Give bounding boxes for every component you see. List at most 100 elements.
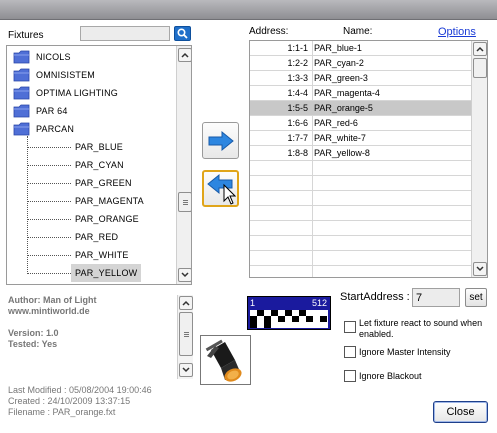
patch-address-cell: 1:4-4 (287, 88, 308, 98)
tree-item-label: PAR_ORANGE (75, 214, 139, 224)
patch-scroll-thumb[interactable] (473, 58, 487, 78)
patch-row[interactable]: 1:2-2 PAR_cyan-2 (250, 56, 471, 71)
patch-row-empty[interactable] (250, 266, 471, 277)
dmx-channel-cell (271, 310, 278, 316)
tree-scroll-thumb[interactable] (178, 192, 191, 212)
patch-name-cell: PAR_green-3 (314, 73, 368, 83)
dmx-channel-cell (257, 310, 264, 316)
close-button[interactable]: Close (433, 401, 488, 423)
info-scroll-thumb[interactable] (179, 312, 193, 356)
patch-row[interactable]: 1:1-1 PAR_blue-1 (250, 41, 471, 56)
patch-address-cell: 1:7-7 (287, 133, 308, 143)
info-scroll-down-button[interactable] (179, 363, 193, 377)
ignore-master-intensity-checkbox[interactable] (344, 346, 356, 358)
tree-folder-item[interactable]: PARCAN (13, 120, 74, 138)
tree-folder-item[interactable]: OMNISISTEM (13, 66, 95, 84)
set-address-button[interactable]: set (465, 288, 487, 307)
patch-list-grid[interactable]: 1:1-1 PAR_blue-1 1:2-2 PAR_cyan-2 1:3-3 PAR_g… (249, 40, 488, 278)
patch-address-cell: 1:6-6 (287, 118, 308, 128)
patch-row-empty[interactable] (250, 161, 471, 176)
arrow-left-icon (206, 173, 236, 205)
chevron-down-icon (182, 367, 190, 373)
patch-name-cell: PAR_magenta-4 (314, 88, 380, 98)
fixture-tree[interactable]: NICOLS OMNISISTEM OPTIMA LIGHTING PAR 64 PAR… (6, 45, 192, 285)
folder-icon (13, 68, 30, 82)
folder-icon (13, 50, 30, 64)
tree-item-label: OMNISISTEM (36, 70, 96, 80)
dmx-channel-cell (292, 316, 299, 322)
tree-fixture-item[interactable]: PAR_RED (27, 228, 118, 246)
fixture-search-input[interactable] (80, 26, 170, 41)
chevron-down-icon (181, 272, 189, 278)
patch-row[interactable]: 1:5-5 PAR_orange-5 (250, 101, 471, 116)
tree-folder-item[interactable]: PAR 64 (13, 102, 68, 120)
remove-fixture-button[interactable] (202, 170, 239, 207)
tree-item-label: OPTIMA LIGHTING (36, 88, 119, 98)
patch-row-empty[interactable] (250, 236, 471, 251)
tree-folder-item[interactable]: OPTIMA LIGHTING (13, 84, 118, 102)
patch-list-scrollbar[interactable] (471, 41, 487, 277)
folder-icon (13, 122, 30, 136)
patch-row-empty[interactable] (250, 191, 471, 206)
tree-fixture-item[interactable]: PAR_GREEN (27, 174, 132, 192)
info-scrollbar[interactable] (177, 295, 193, 379)
chevron-up-icon (181, 52, 189, 58)
tree-item-label: PAR_GREEN (75, 178, 132, 188)
search-icon (177, 28, 188, 39)
tree-fixture-item[interactable]: PAR_YELLOW (27, 264, 142, 282)
tree-fixture-item[interactable]: PAR_CYAN (27, 156, 124, 174)
ignore-blackout-checkbox[interactable] (344, 370, 356, 382)
patch-name-cell: PAR_white-7 (314, 133, 366, 143)
tree-fixture-item[interactable]: PAR_ORANGE (27, 210, 139, 228)
patch-row[interactable]: 1:4-4 PAR_magenta-4 (250, 86, 471, 101)
window-titlebar[interactable] (0, 0, 497, 20)
patch-row-empty[interactable] (250, 221, 471, 236)
patch-row[interactable]: 1:7-7 PAR_white-7 (250, 131, 471, 146)
tree-folder-item[interactable]: NICOLS (13, 48, 71, 66)
created-text: Created : 24/10/2009 13:37:15 (8, 396, 131, 406)
dmx-channel-cell (306, 316, 313, 322)
tree-item-label: PAR_BLUE (75, 142, 123, 152)
ignore-master-intensity-label: Ignore Master Intensity (359, 347, 451, 357)
info-scroll-up-button[interactable] (179, 296, 193, 310)
tree-item-label: PAR_MAGENTA (75, 196, 144, 206)
dmx-channel-cell (285, 310, 292, 316)
tree-fixture-item[interactable]: PAR_WHITE (27, 246, 129, 264)
tree-fixture-item[interactable]: PAR_BLUE (27, 138, 123, 156)
tested-text: Tested: Yes (8, 339, 58, 349)
tree-item-label: PAR 64 (36, 106, 68, 116)
patch-row-empty[interactable] (250, 206, 471, 221)
file-info: Last Modified : 05/08/2004 19:00:46 Crea… (8, 385, 152, 418)
chevron-up-icon (182, 300, 190, 306)
tree-scroll-down-button[interactable] (178, 268, 191, 282)
patch-scroll-down-button[interactable] (473, 262, 487, 276)
dmx-channel-cell (320, 316, 327, 322)
tree-scrollbar[interactable] (176, 46, 191, 284)
patch-address-cell: 1:8-8 (287, 148, 308, 158)
patch-row[interactable]: 1:6-6 PAR_red-6 (250, 116, 471, 131)
patch-name-cell: PAR_blue-1 (314, 43, 362, 53)
patch-name-cell: PAR_cyan-2 (314, 58, 364, 68)
patch-row-empty[interactable] (250, 176, 471, 191)
react-to-sound-label: Let fixture react to sound when enabled. (359, 318, 483, 339)
patch-row[interactable]: 1:3-3 PAR_green-3 (250, 71, 471, 86)
patch-row[interactable]: 1:8-8 PAR_yellow-8 (250, 146, 471, 161)
author-text: Author: Man of Light (8, 295, 97, 305)
start-address-input[interactable] (412, 288, 460, 307)
tree-item-label: PARCAN (36, 124, 75, 134)
react-to-sound-checkbox[interactable] (344, 321, 356, 333)
dmx-usage-bar: 1 512 (247, 296, 331, 330)
dmx-channel-cell (299, 310, 306, 316)
tree-fixture-item[interactable]: PAR_MAGENTA (27, 192, 144, 210)
filename-text: Filename : PAR_orange.fxt (8, 407, 116, 417)
tree-scroll-up-button[interactable] (178, 48, 191, 62)
add-fixture-button[interactable] (202, 122, 239, 159)
par-can-lamp-icon (205, 339, 242, 382)
fixture-info-panel: Author: Man of Light www.mintiworld.de V… (8, 295, 178, 350)
start-address-label: StartAddress : (340, 291, 410, 303)
patch-scroll-up-button[interactable] (473, 42, 487, 56)
options-link[interactable]: Options (438, 26, 476, 38)
patch-row-empty[interactable] (250, 251, 471, 266)
address-header: Address: (249, 26, 289, 37)
search-button[interactable] (174, 26, 191, 41)
